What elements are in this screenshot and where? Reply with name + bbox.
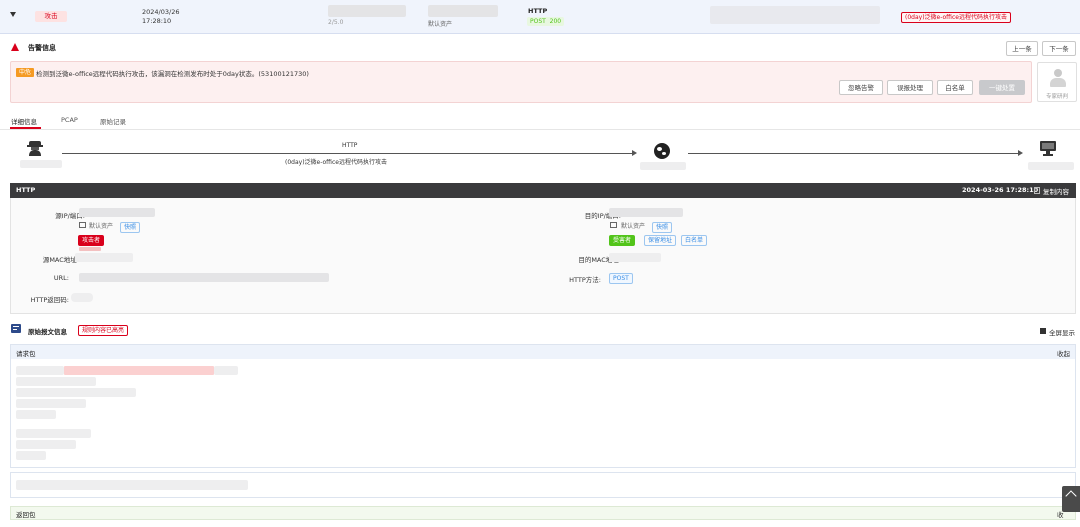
request-packet-label: 请求包 [16, 350, 36, 358]
http-panel-header: HTTP 2024-03-26 17:28:10 复制内容 [10, 183, 1076, 198]
redacted-request-line-4 [16, 399, 86, 408]
alert-section-title: 告警信息 [28, 44, 56, 52]
flow-line-right [688, 153, 1020, 154]
response-packet-header: 返回包 收 [10, 506, 1076, 520]
fullscreen-icon[interactable] [1040, 328, 1046, 334]
flow-line-left [62, 153, 634, 154]
request-packet-header: 请求包 收起 [11, 345, 1075, 359]
raw-packets-title: 原始报文信息 [28, 328, 67, 336]
redacted-status [71, 293, 93, 302]
redacted-target-ip [1028, 162, 1074, 170]
redacted-gateway-ip [640, 162, 686, 170]
tab-raw-record[interactable]: 原始记录 [100, 116, 126, 126]
http-method-value: POST [609, 273, 633, 284]
method-status-badge: POST 200 [527, 17, 565, 26]
redacted-url [710, 6, 880, 24]
request-collapse-button[interactable]: 收起 [1057, 348, 1070, 358]
http-panel-body: 源IP/端口: 默认资产 快照 攻击者 目的IP/端口: 默认资产 快照 受害者… [10, 198, 1076, 314]
copy-content-button[interactable]: 复制内容 [1043, 186, 1069, 196]
severity-badge: 中危 [16, 68, 35, 77]
raw-packet-icon [11, 324, 21, 333]
arrow-up-icon [1065, 490, 1077, 502]
src-mac-label: 源MAC地址: [42, 256, 79, 264]
alert-description: 检测到泛微e-office远程代码执行攻击，该漏洞在检测发布时处于0day状态。… [36, 70, 309, 78]
redacted-request-body [16, 480, 248, 490]
redacted-request-line-3 [16, 388, 136, 397]
url-label: URL: [53, 274, 69, 282]
http-method-label: HTTP方法: [569, 276, 601, 284]
redacted-dst-ip [609, 208, 683, 217]
alert-box: 中危 检测到泛微e-office远程代码执行攻击，该漏洞在检测发布时处于0day… [10, 61, 1032, 103]
expert-label: 专家研判 [1045, 94, 1068, 100]
status-value: 200 [549, 18, 562, 25]
redacted-request-line-8 [16, 451, 46, 460]
tab-detail[interactable]: 详细信息 [11, 116, 37, 126]
redacted-src-ip [79, 208, 155, 217]
redacted-request-line-6 [16, 429, 91, 438]
dst-asset-icon [610, 222, 617, 228]
attacker-tag: 攻击者 [78, 235, 105, 246]
alert-row[interactable]: 攻击 2024/03/26 17:28:10 2/5.0 默认资产 HTTP P… [0, 0, 1080, 34]
whitelist-tag: 白名单 [681, 235, 708, 246]
request-packet-box: 请求包 收起 [10, 344, 1076, 468]
asset-name: 默认资产 [428, 21, 453, 28]
redacted-src-mac [75, 253, 133, 262]
redacted-request-line-5 [16, 410, 56, 419]
onekey-handle-button[interactable]: 一键处置 [979, 80, 1025, 95]
redacted-request-line-2 [16, 377, 96, 386]
src-ip-label: 源IP/端口: [55, 212, 85, 220]
ignore-alert-button[interactable]: 忽略告警 [839, 80, 883, 95]
redacted-source [328, 5, 406, 17]
next-button[interactable]: 下一条 [1042, 41, 1076, 56]
false-positive-button[interactable]: 误报处理 [887, 80, 933, 95]
http-status-label: HTTP返回码: [30, 296, 69, 304]
whitelist-button[interactable]: 白名单 [937, 80, 973, 95]
response-packet-label: 返回包 [16, 511, 36, 519]
highlighted-request-segment [64, 366, 214, 375]
internet-globe-icon [654, 143, 670, 159]
redacted-request-line-1b [214, 366, 238, 375]
expert-avatar-icon [1050, 69, 1066, 87]
private-address-tag: 保留地址 [644, 235, 677, 246]
protocol-label: HTTP [528, 7, 548, 15]
back-to-top-button[interactable] [1062, 486, 1080, 512]
method-value: POST [530, 18, 546, 25]
attacker-icon [27, 140, 43, 156]
fullscreen-button[interactable]: 全屏显示 [1049, 327, 1075, 337]
asset-icon [79, 222, 86, 228]
src-snapshot-tag[interactable]: 快照 [120, 222, 141, 233]
flow-attack-name: (0day)泛微e-office远程代码执行攻击 [285, 159, 387, 166]
alert-time: 17:28:10 [142, 17, 172, 25]
redacted-flag [79, 247, 101, 251]
dst-asset-name: 默认资产 [621, 223, 646, 230]
tab-pcap[interactable]: PCAP [61, 116, 78, 124]
redacted-destination [428, 5, 498, 17]
flow-arrowhead-right [1018, 150, 1023, 156]
type-tag: 攻击 [35, 11, 67, 22]
asset-fragment: 2/5.0 [328, 19, 344, 26]
flow-arrowhead-left [632, 150, 637, 156]
redacted-dst-mac [609, 253, 661, 262]
server-monitor-icon [1040, 141, 1056, 157]
highlight-tag: 规则内容已高亮 [78, 325, 129, 336]
request-body-box [10, 472, 1076, 498]
http-panel-datetime: 2024-03-26 17:28:10 [962, 186, 1039, 194]
expert-card[interactable]: 专家研判 [1037, 62, 1077, 102]
redacted-request-line-7 [16, 440, 76, 449]
collapse-caret-icon[interactable] [10, 12, 16, 17]
threat-name-tag: (0day)泛微e-office远程代码执行攻击 [901, 12, 1011, 23]
copy-icon[interactable] [1034, 187, 1040, 194]
src-asset-name: 默认资产 [89, 223, 114, 230]
redacted-request-line-1 [16, 366, 64, 375]
alert-date: 2024/03/26 [142, 8, 180, 16]
prev-button[interactable]: 上一条 [1006, 41, 1038, 56]
warning-icon [11, 43, 19, 51]
flow-protocol: HTTP [342, 142, 358, 149]
redacted-url-value [79, 273, 329, 282]
victim-tag: 受害者 [609, 235, 636, 246]
dst-snapshot-tag[interactable]: 快照 [652, 222, 673, 233]
http-panel-title: HTTP [16, 186, 36, 194]
tabs-divider [0, 129, 1080, 130]
redacted-attacker-ip [20, 160, 62, 168]
